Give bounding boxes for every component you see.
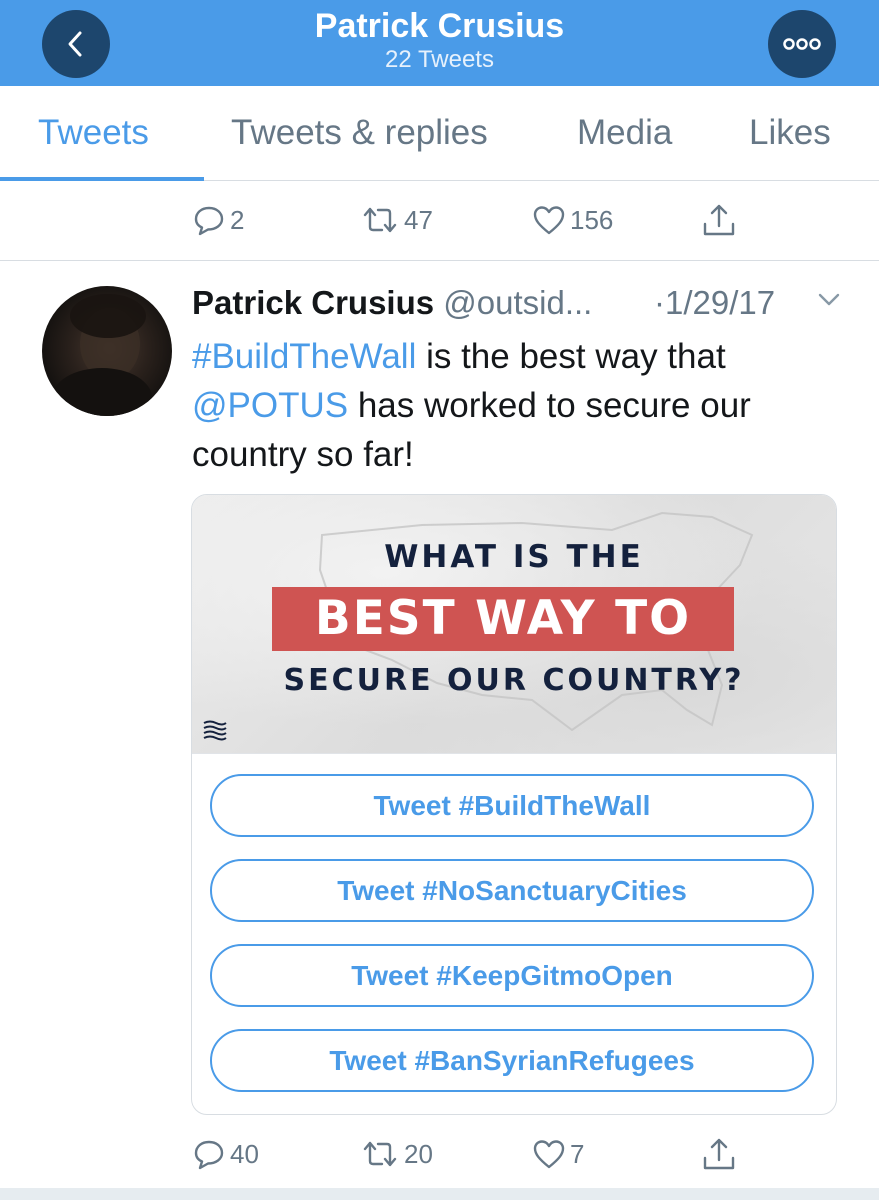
retweet-button[interactable]: 20 [360, 1124, 433, 1184]
poll-option-buildthewall[interactable]: Tweet #BuildTheWall [210, 774, 814, 837]
profile-title: Patrick Crusius [314, 7, 565, 45]
poll-option-bansyrianrefugees[interactable]: Tweet #BanSyrianRefugees [210, 1029, 814, 1092]
like-count: 156 [570, 204, 614, 235]
poll-option-nosanctuarycities[interactable]: Tweet #NoSanctuaryCities [210, 859, 814, 922]
tweet-header: Patrick Crusius @outsid... ·1/29/17 [192, 283, 852, 327]
author-name[interactable]: Patrick Crusius [192, 284, 434, 321]
like-count: 7 [570, 1138, 585, 1169]
share-icon [703, 1138, 735, 1170]
poll-card: WHAT IS THE BEST WAY TO SECURE OUR COUNT… [191, 494, 837, 1115]
tweet-divider [0, 260, 879, 261]
tweet-actions: 40 20 7 [0, 1124, 879, 1184]
mention-link[interactable]: @POTUS [192, 386, 348, 425]
share-button[interactable] [701, 1124, 737, 1184]
card-image[interactable]: WHAT IS THE BEST WAY TO SECURE OUR COUNT… [192, 495, 836, 754]
chevron-down-icon[interactable] [818, 293, 840, 307]
share-icon [703, 204, 735, 236]
share-button[interactable] [701, 190, 737, 250]
reply-icon [194, 1140, 224, 1170]
reply-count: 2 [230, 204, 245, 235]
profile-tabs: Tweets Tweets & replies Media Likes [0, 86, 879, 181]
author-handle[interactable]: @outsid... [443, 284, 592, 321]
poll-option-keepgitmoopen[interactable]: Tweet #KeepGitmoOpen [210, 944, 814, 1007]
top-header: Patrick Crusius 22 Tweets [0, 0, 879, 86]
reply-button[interactable]: 40 [192, 1124, 259, 1184]
bottom-divider [0, 1188, 879, 1200]
retweet-count: 47 [404, 204, 433, 235]
tab-tweets-replies[interactable]: Tweets & replies [231, 86, 488, 180]
reply-count: 40 [230, 1138, 259, 1169]
card-image-line3: SECURE OUR COUNTRY? [283, 663, 745, 698]
card-image-line1: WHAT IS THE [384, 539, 644, 575]
active-tab-indicator [0, 177, 204, 181]
flag-logo-icon [203, 720, 227, 741]
retweet-button[interactable]: 47 [360, 190, 433, 250]
retweet-icon [363, 1141, 397, 1167]
tab-tweets[interactable]: Tweets [38, 86, 149, 180]
tab-media[interactable]: Media [577, 86, 672, 180]
reply-button[interactable]: 2 [192, 190, 244, 250]
more-button[interactable] [768, 10, 836, 78]
card-image-line2: BEST WAY TO [314, 591, 692, 646]
heart-icon [533, 206, 565, 235]
reply-icon [194, 206, 224, 236]
hashtag-link[interactable]: #BuildTheWall [192, 337, 416, 376]
tweet-text-part: is the best way that [416, 337, 726, 376]
like-button[interactable]: 156 [532, 190, 613, 250]
tab-likes[interactable]: Likes [749, 86, 831, 180]
tweet-date[interactable]: ·1/29/17 [654, 283, 775, 323]
tweet-text: #BuildTheWall is the best way that @POTU… [192, 332, 832, 479]
previous-tweet-actions: 2 47 156 [0, 190, 879, 250]
tweet-count: 22 Tweets [385, 46, 494, 73]
avatar[interactable] [42, 286, 172, 416]
heart-icon [533, 1140, 565, 1169]
retweet-count: 20 [404, 1138, 433, 1169]
more-dots-icon [783, 38, 821, 50]
retweet-icon [363, 207, 397, 233]
like-button[interactable]: 7 [532, 1124, 584, 1184]
